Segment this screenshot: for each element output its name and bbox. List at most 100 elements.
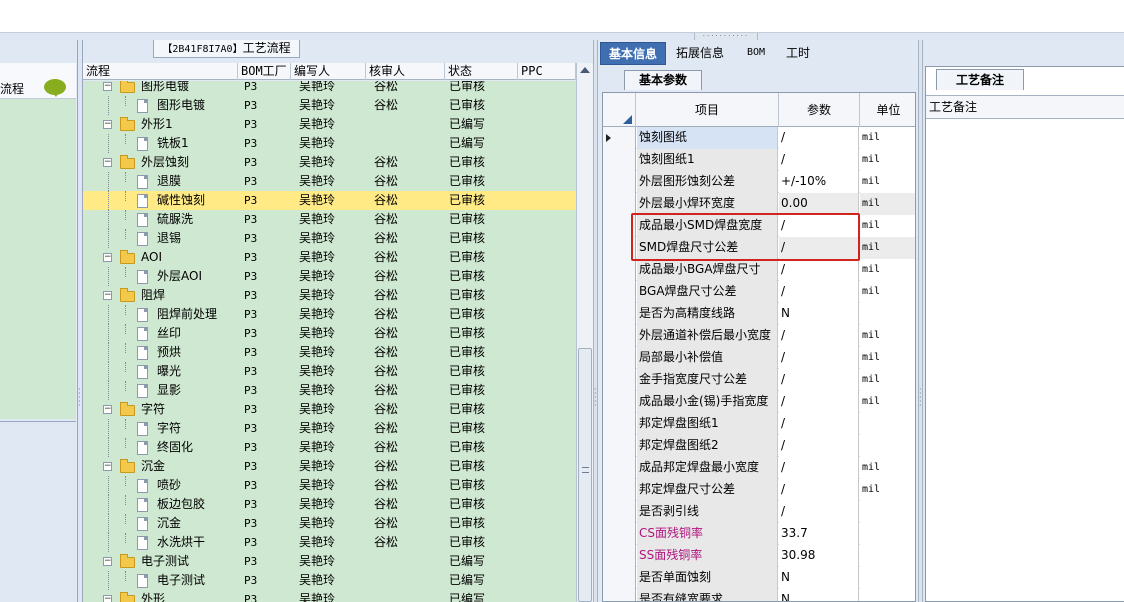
table-row[interactable]: 字符 P3 吴艳玲 谷松 已审核 (83, 419, 576, 438)
row-selector[interactable] (603, 259, 636, 281)
row-selector[interactable] (603, 193, 636, 215)
col-header-writer[interactable]: 编写人 (291, 63, 366, 80)
param-value[interactable]: 33.7 (779, 523, 859, 545)
table-row[interactable]: − 阻焊 P3 吴艳玲 谷松 已审核 (83, 286, 576, 305)
process-vertical-scrollbar[interactable] (576, 63, 593, 602)
table-row[interactable]: 外层通道补偿后最小宽度 / mil (603, 325, 915, 347)
table-row[interactable]: 外层最小焊环宽度 0.00 mil (603, 193, 915, 215)
table-row[interactable]: 显影 P3 吴艳玲 谷松 已审核 (83, 381, 576, 400)
row-selector[interactable] (603, 457, 636, 479)
table-row[interactable]: 碱性蚀刻 P3 吴艳玲 谷松 已审核 (83, 191, 576, 210)
collapse-toggle-icon[interactable]: − (103, 120, 112, 129)
collapse-toggle-icon[interactable]: − (103, 595, 112, 602)
table-row[interactable]: 水洗烘干 P3 吴艳玲 谷松 已审核 (83, 533, 576, 552)
table-row[interactable]: SS面残铜率 30.98 (603, 545, 915, 567)
table-row[interactable]: 局部最小补偿值 / mil (603, 347, 915, 369)
table-row[interactable]: CS面残铜率 33.7 (603, 523, 915, 545)
collapse-toggle-icon[interactable]: − (103, 82, 112, 91)
table-row[interactable]: 蚀刻图纸1/mil (603, 149, 915, 171)
table-row[interactable]: 电子测试 P3 吴艳玲 已编写 (83, 571, 576, 590)
param-value[interactable]: / (779, 435, 859, 457)
remarks-column-header[interactable]: 工艺备注 (926, 95, 1124, 119)
table-row[interactable]: 外层AOI P3 吴艳玲 谷松 已审核 (83, 267, 576, 286)
collapse-toggle-icon[interactable]: − (103, 158, 112, 167)
row-selector[interactable] (603, 369, 636, 391)
col-header-bom[interactable]: BOM工厂 (238, 63, 291, 80)
table-row[interactable]: 板边包胶 P3 吴艳玲 谷松 已审核 (83, 495, 576, 514)
table-row[interactable]: 邦定焊盘图纸1/ (603, 413, 915, 435)
row-selector[interactable] (603, 589, 636, 601)
table-row[interactable]: 终固化 P3 吴艳玲 谷松 已审核 (83, 438, 576, 457)
table-row[interactable]: 金手指宽度尺寸公差 / mil (603, 369, 915, 391)
right-splitter-grip[interactable]: · · · · · (919, 386, 923, 410)
table-row[interactable]: − 沉金 P3 吴艳玲 谷松 已审核 (83, 457, 576, 476)
param-value[interactable]: N (779, 303, 859, 325)
param-value[interactable]: 0.00 (779, 193, 859, 215)
row-selector[interactable] (603, 149, 636, 171)
collapse-toggle-icon[interactable]: − (103, 405, 112, 414)
table-row[interactable]: 图形电镀 P3 吴艳玲 谷松 已审核 (83, 96, 576, 115)
row-selector[interactable] (603, 347, 636, 369)
table-row[interactable]: 曝光 P3 吴艳玲 谷松 已审核 (83, 362, 576, 381)
param-value[interactable]: / (779, 127, 859, 149)
table-row[interactable]: − 外层蚀刻 P3 吴艳玲 谷松 已审核 (83, 153, 576, 172)
subtab-basic-params[interactable]: 基本参数 (624, 70, 702, 90)
param-value[interactable]: / (779, 369, 859, 391)
scroll-thumb[interactable] (578, 348, 592, 602)
row-selector[interactable] (603, 413, 636, 435)
right-splitter[interactable] (918, 40, 923, 602)
table-row[interactable]: 硫脲洗 P3 吴艳玲 谷松 已审核 (83, 210, 576, 229)
param-value[interactable]: N (779, 567, 859, 589)
table-row[interactable]: 沉金 P3 吴艳玲 谷松 已审核 (83, 514, 576, 533)
row-selector[interactable] (603, 479, 636, 501)
param-value[interactable]: / (779, 259, 859, 281)
row-selector[interactable] (603, 501, 636, 523)
table-row[interactable]: 邦定焊盘尺寸公差 / mil (603, 479, 915, 501)
row-selector[interactable] (603, 545, 636, 567)
row-selector[interactable] (603, 391, 636, 413)
row-selector[interactable] (603, 567, 636, 589)
col-header-ppc[interactable]: PPC (518, 63, 576, 80)
row-selector[interactable] (603, 435, 636, 457)
table-row[interactable]: 成品邦定焊盘最小宽度 / mil (603, 457, 915, 479)
col-header-unit[interactable]: 单位 (860, 93, 915, 127)
table-row[interactable]: − AOI P3 吴艳玲 谷松 已审核 (83, 248, 576, 267)
collapse-toggle-icon[interactable]: − (103, 291, 112, 300)
table-row[interactable]: 退膜 P3 吴艳玲 谷松 已审核 (83, 172, 576, 191)
param-value[interactable]: / (779, 479, 859, 501)
collapse-toggle-icon[interactable]: − (103, 462, 112, 471)
tab-bom[interactable]: BOM (739, 42, 773, 65)
table-row[interactable]: 阻焊前处理 P3 吴艳玲 谷松 已审核 (83, 305, 576, 324)
table-row[interactable]: BGA焊盘尺寸公差 / mil (603, 281, 915, 303)
table-row[interactable]: 邦定焊盘图纸2/ (603, 435, 915, 457)
tab-work-hours[interactable]: 工时 (778, 42, 818, 65)
table-row[interactable]: 铣板1 P3 吴艳玲 已编写 (83, 134, 576, 153)
param-value[interactable]: / (779, 149, 859, 171)
table-row[interactable]: − 图形电镀 P3 吴艳玲 谷松 已审核 (83, 81, 576, 96)
param-value[interactable]: / (779, 501, 859, 523)
row-selector[interactable] (603, 281, 636, 303)
param-value[interactable]: +/-10% (779, 171, 859, 193)
table-row[interactable]: 预烘 P3 吴艳玲 谷松 已审核 (83, 343, 576, 362)
table-row[interactable]: 退锡 P3 吴艳玲 谷松 已审核 (83, 229, 576, 248)
col-header-status[interactable]: 状态 (445, 63, 518, 80)
param-value[interactable]: 30.98 (779, 545, 859, 567)
param-value[interactable]: / (779, 281, 859, 303)
collapse-toggle-icon[interactable]: − (103, 253, 112, 262)
col-header-value[interactable]: 参数 (779, 93, 860, 127)
comment-bubble-icon[interactable] (44, 79, 66, 97)
collapse-toggle-icon[interactable]: − (103, 557, 112, 566)
param-value[interactable]: / (779, 413, 859, 435)
tab-extended-info[interactable]: 拓展信息 (668, 42, 732, 65)
param-value[interactable]: / (779, 347, 859, 369)
middle-splitter-grip[interactable]: · · · · · (594, 386, 598, 410)
table-row[interactable]: 是否单面蚀刻 N (603, 567, 915, 589)
row-selector[interactable] (603, 127, 636, 149)
table-row[interactable]: − 外形 P3 吴艳玲 已编写 (83, 590, 576, 602)
param-value[interactable]: / (779, 325, 859, 347)
col-header-item[interactable]: 项目 (636, 93, 779, 127)
col-header-flow[interactable]: 流程 (83, 63, 238, 80)
table-row[interactable]: 喷砂 P3 吴艳玲 谷松 已审核 (83, 476, 576, 495)
table-row[interactable]: 是否剥引线 / (603, 501, 915, 523)
table-row[interactable]: 丝印 P3 吴艳玲 谷松 已审核 (83, 324, 576, 343)
